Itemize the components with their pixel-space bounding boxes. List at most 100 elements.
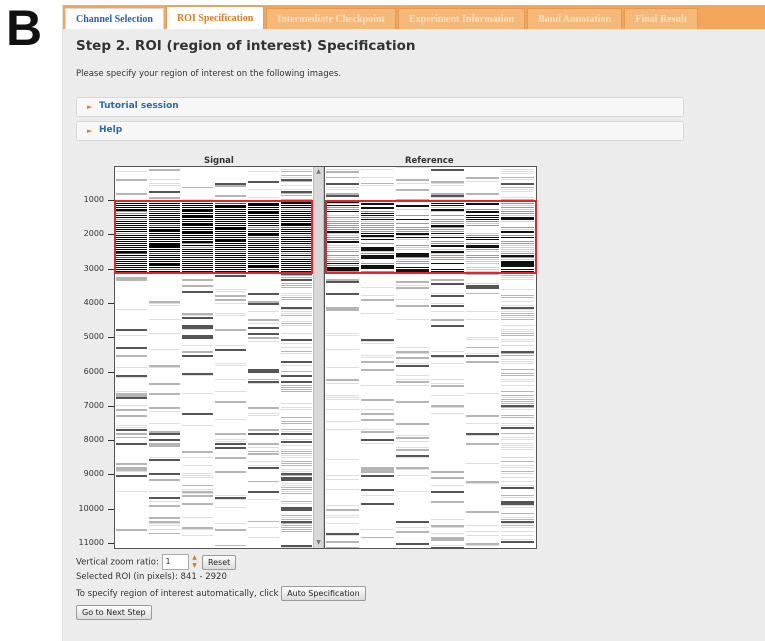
gel-band <box>501 539 534 540</box>
y-tick-label: 6000 <box>83 367 104 376</box>
gel-band <box>182 503 213 505</box>
gel-band <box>396 375 429 376</box>
gel-band <box>281 295 312 296</box>
gel-band <box>501 481 534 482</box>
gel-band <box>361 471 394 473</box>
gel-band <box>501 495 534 496</box>
gel-band <box>248 461 279 462</box>
caret-right-icon: ► <box>87 127 93 135</box>
gel-band <box>501 375 534 376</box>
gel-band <box>431 169 464 171</box>
gel-band <box>182 355 213 357</box>
tab-experiment-information[interactable]: Experiment Information <box>397 8 526 29</box>
gel-band <box>116 529 147 531</box>
gel-band <box>431 311 464 312</box>
reference-roi-box[interactable] <box>325 200 537 274</box>
gel-band <box>396 319 429 320</box>
gel-band <box>116 425 147 426</box>
gel-band <box>361 177 394 178</box>
gel-band <box>396 423 429 425</box>
gel-band <box>326 421 359 422</box>
gel-band <box>431 279 464 281</box>
gel-band <box>431 305 464 307</box>
gel-band <box>501 379 534 380</box>
gel-band <box>116 475 147 477</box>
tab-final-result[interactable]: Final Result <box>624 8 699 29</box>
gel-band <box>431 471 464 473</box>
auto-spec-row: To specify region of interest automatica… <box>76 586 366 601</box>
gel-band <box>248 467 279 469</box>
gel-band <box>501 289 534 290</box>
auto-specification-button[interactable]: Auto Specification <box>281 586 366 601</box>
gel-band <box>281 311 312 312</box>
scroll-up-icon[interactable]: ▲ <box>314 167 323 177</box>
gel-band <box>326 397 359 398</box>
gel-band <box>116 433 147 435</box>
go-to-next-step-button[interactable]: Go to Next Step <box>76 605 152 620</box>
gel-band <box>215 299 246 301</box>
gel-band <box>431 295 464 297</box>
gel-band <box>326 399 359 400</box>
gel-band <box>326 541 359 543</box>
gel-band <box>281 503 312 504</box>
gel-band <box>182 495 213 497</box>
gel-band <box>396 527 429 528</box>
gel-band <box>431 547 464 548</box>
gel-band <box>501 329 534 330</box>
gel-band <box>215 441 246 442</box>
gel-band <box>215 363 246 364</box>
y-tick-label: 4000 <box>83 298 104 307</box>
tab-band-annotation[interactable]: Band Annotation <box>527 8 623 29</box>
gel-band <box>281 529 312 530</box>
gel-band <box>501 395 534 396</box>
zoom-stepper[interactable]: ▲ ▼ <box>191 554 199 569</box>
gel-band <box>466 293 499 294</box>
gel-band <box>281 429 312 430</box>
gel-band <box>501 325 534 326</box>
gel-band <box>149 491 180 492</box>
gel-band <box>466 393 499 394</box>
gel-band <box>281 195 312 196</box>
gel-band <box>466 531 499 532</box>
scroll-down-icon[interactable]: ▼ <box>314 538 323 548</box>
gel-band <box>281 189 312 190</box>
reset-button[interactable]: Reset <box>201 554 237 570</box>
gel-band <box>248 443 279 445</box>
gel-band <box>281 509 312 511</box>
gel-band <box>215 545 246 546</box>
gel-band <box>396 365 429 367</box>
gel-band <box>182 529 213 530</box>
gel-band <box>396 491 429 492</box>
gel-band <box>281 491 312 492</box>
gel-band <box>501 295 534 296</box>
gel-band <box>501 471 534 472</box>
accordion-help[interactable]: ► Help <box>76 121 684 141</box>
vertical-scrollbar[interactable]: ▲ ▼ <box>313 167 324 548</box>
accordion-tutorial-session[interactable]: ► Tutorial session <box>76 97 684 117</box>
gel-band <box>149 457 180 458</box>
gel-band <box>215 457 246 459</box>
gel-band <box>501 363 534 364</box>
gel-band <box>431 293 464 294</box>
zoom-ratio-input[interactable]: 1 <box>161 554 189 570</box>
gel-band <box>326 517 359 518</box>
gel-band <box>281 371 312 372</box>
stepper-up-icon[interactable]: ▲ <box>192 554 197 561</box>
intro-text: Please specify your region of interest o… <box>76 69 342 79</box>
tab-roi-specification[interactable]: ROI Specification <box>165 6 265 29</box>
tab-channel-selection[interactable]: Channel Selection <box>65 8 164 29</box>
gel-band <box>501 309 534 310</box>
gel-band <box>215 401 246 403</box>
gel-band <box>501 305 534 306</box>
gel-band <box>466 483 499 484</box>
gel-band <box>149 529 180 530</box>
gel-band <box>501 519 534 520</box>
tab-intermediate-checkpoint[interactable]: Intermediate Checkpoint <box>266 8 396 29</box>
gel-band <box>182 375 213 376</box>
signal-roi-box[interactable] <box>114 200 313 274</box>
gel-band <box>431 527 464 528</box>
gel-band <box>248 491 279 493</box>
gel-band <box>501 187 534 188</box>
gel-band <box>248 311 279 312</box>
stepper-down-icon[interactable]: ▼ <box>192 562 197 569</box>
